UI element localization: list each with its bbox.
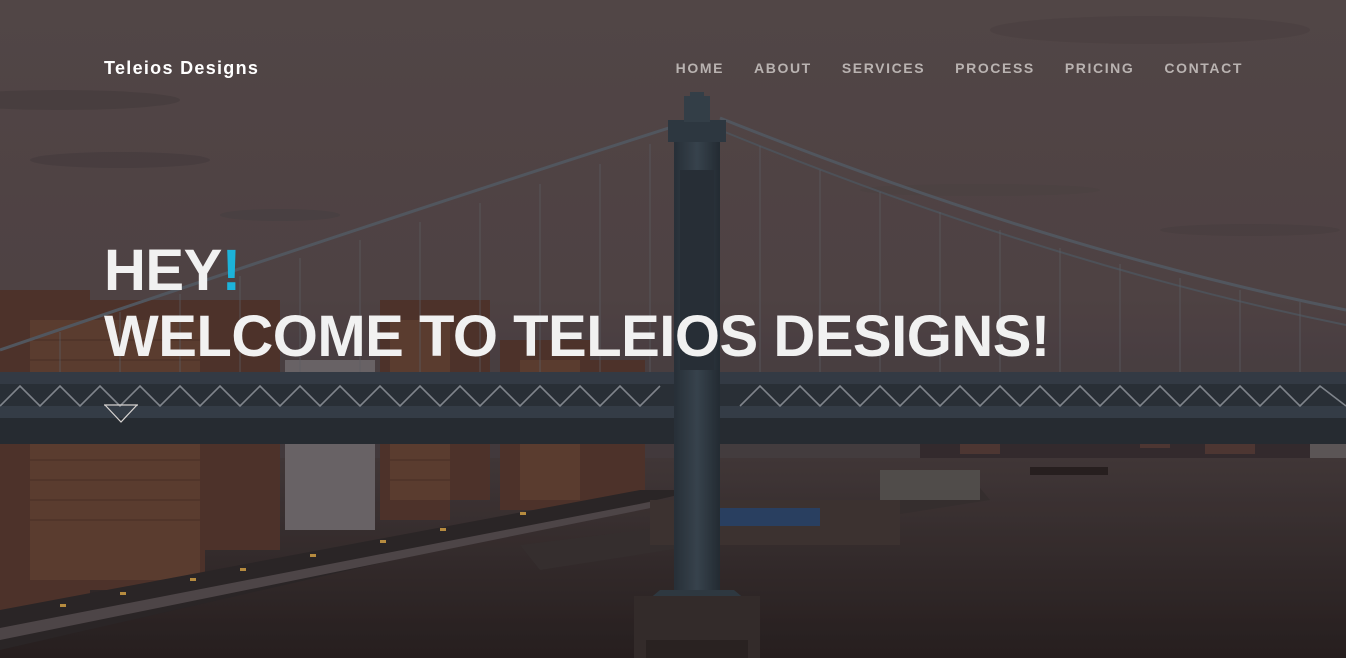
nav-link-home[interactable]: HOME xyxy=(676,60,724,76)
nav-link-services[interactable]: SERVICES xyxy=(842,60,925,76)
hero-greeting: HEY xyxy=(104,238,222,303)
top-navbar: Teleios Designs HOME ABOUT SERVICES PROC… xyxy=(0,0,1346,136)
brand-logo-text[interactable]: Teleios Designs xyxy=(104,58,259,79)
hero-greeting-accent: ! xyxy=(221,238,241,303)
nav-link-about[interactable]: ABOUT xyxy=(754,60,812,76)
hero-headline: HEY! WELCOME TO TELEIOS DESIGNS! xyxy=(104,238,1050,370)
nav-item-home: HOME xyxy=(676,60,724,78)
nav-item-about: ABOUT xyxy=(754,60,812,78)
nav-item-contact: CONTACT xyxy=(1164,60,1243,78)
hero-welcome-text: WELCOME TO TELEIOS DESIGNS! xyxy=(104,304,1050,369)
nav-link-contact[interactable]: CONTACT xyxy=(1164,60,1243,76)
hero-section: Teleios Designs HOME ABOUT SERVICES PROC… xyxy=(0,0,1346,658)
nav-item-process: PROCESS xyxy=(955,60,1035,78)
nav-item-pricing: PRICING xyxy=(1065,60,1135,78)
nav-menu: HOME ABOUT SERVICES PROCESS PRICING CONT… xyxy=(676,60,1243,78)
nav-link-pricing[interactable]: PRICING xyxy=(1065,60,1135,76)
down-chevron-icon[interactable] xyxy=(104,404,138,424)
nav-link-process[interactable]: PROCESS xyxy=(955,60,1035,76)
nav-item-services: SERVICES xyxy=(842,60,925,78)
